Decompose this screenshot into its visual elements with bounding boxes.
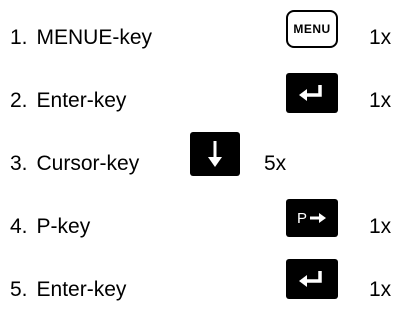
- cursor-down-key-icon: [190, 132, 240, 176]
- step-5: 5. Enter-key 1x: [0, 259, 409, 312]
- step-2-label: Enter-key: [36, 89, 127, 112]
- step-3: 3. Cursor-key 5x: [0, 132, 409, 186]
- step-2-text: 2. Enter-key: [10, 89, 126, 113]
- step-1-text: 1. MENUE-key: [10, 26, 152, 50]
- menu-key-label: MENU: [293, 22, 331, 36]
- enter-key-icon: [286, 259, 338, 299]
- step-4-count: 1x: [369, 215, 392, 238]
- menu-key-icon: MENU: [286, 10, 338, 48]
- step-4-text: 4. P-key: [10, 215, 90, 239]
- step-1: 1. MENUE-key MENU 1x: [0, 10, 409, 60]
- step-4-label: P-key: [36, 215, 91, 238]
- step-2-number: 2.: [10, 89, 28, 112]
- step-5-number: 5.: [10, 278, 28, 301]
- step-4-number: 4.: [10, 215, 28, 238]
- step-5-text: 5. Enter-key: [10, 278, 126, 302]
- step-2: 2. Enter-key 1x: [0, 73, 409, 123]
- enter-key-icon: [286, 73, 338, 113]
- step-3-number: 3.: [10, 152, 28, 175]
- step-3-text: 3. Cursor-key: [10, 152, 139, 176]
- step-1-label: MENUE-key: [36, 26, 153, 49]
- step-3-label: Cursor-key: [36, 152, 140, 175]
- step-1-number: 1.: [10, 26, 28, 49]
- step-1-count: 1x: [369, 26, 392, 49]
- step-3-count: 5x: [264, 152, 287, 175]
- step-4: 4. P-key P 1x: [0, 199, 409, 249]
- p-key-icon: P: [286, 199, 338, 237]
- step-5-count: 1x: [369, 278, 392, 301]
- step-5-label: Enter-key: [36, 278, 127, 301]
- step-2-count: 1x: [369, 89, 392, 112]
- p-key-label: P: [296, 209, 307, 227]
